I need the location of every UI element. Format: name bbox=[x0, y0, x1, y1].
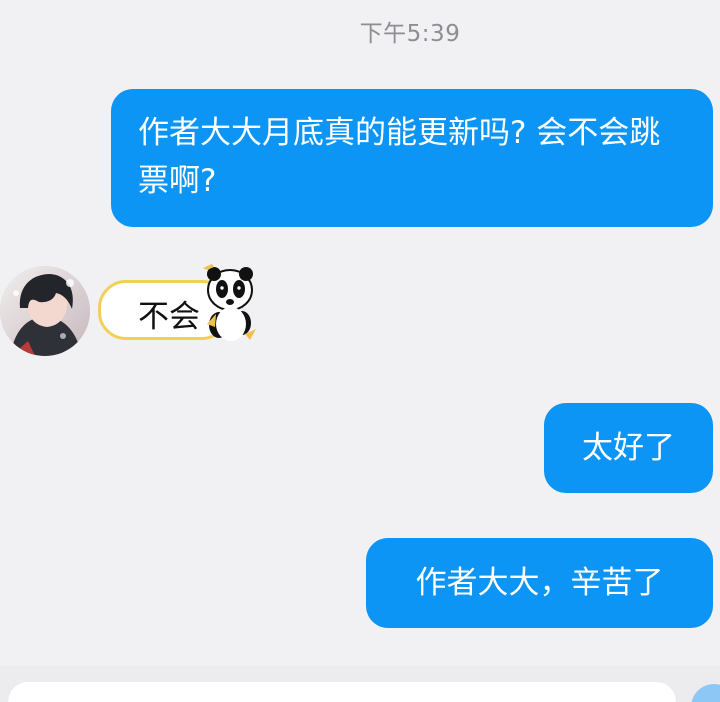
sticker-message-text: 不会 bbox=[138, 299, 200, 335]
outgoing-message[interactable]: 作者大大月底真的能更新吗? 会不会跳票啊? bbox=[111, 89, 713, 227]
message-timestamp: 下午5:39 bbox=[359, 21, 461, 47]
outgoing-message[interactable]: 太好了 bbox=[544, 403, 713, 493]
panda-sticker-icon bbox=[203, 264, 256, 341]
message-input[interactable] bbox=[8, 682, 676, 702]
avatar-photo-icon bbox=[0, 266, 90, 356]
outgoing-message[interactable]: 作者大大，辛苦了 bbox=[366, 538, 713, 628]
avatar[interactable] bbox=[0, 266, 90, 356]
chat-screen: 下午5:39 作者大大月底真的能更新吗? 会不会跳票啊? 不会 太好了 作者大大… bbox=[0, 0, 720, 702]
